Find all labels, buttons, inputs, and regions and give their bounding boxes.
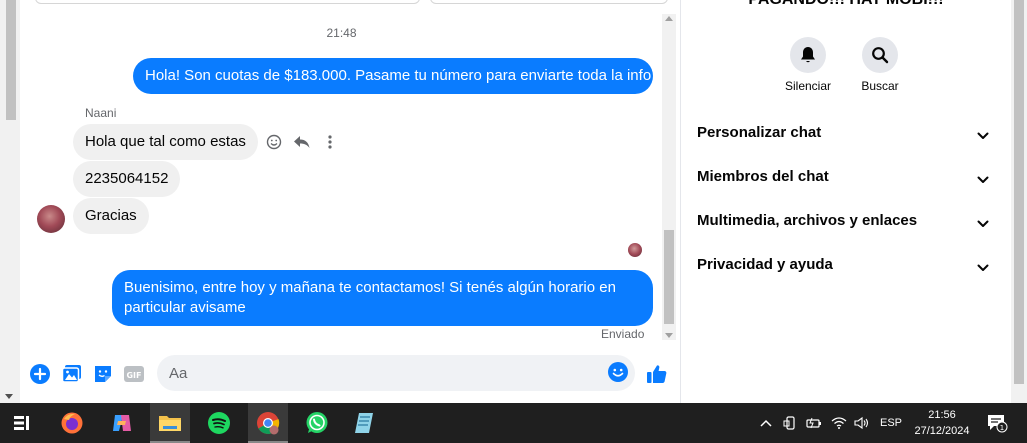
file-explorer-icon[interactable] (150, 403, 190, 443)
add-plus-icon[interactable] (29, 363, 51, 385)
react-emoji-icon[interactable] (265, 133, 283, 151)
clock-date: 27/12/2024 (914, 425, 970, 437)
message-status: Enviado (601, 327, 645, 341)
screen: 21:48 Hola! Son cuotas de $183.000. Pasa… (0, 0, 1027, 443)
sticker-icon[interactable] (92, 363, 114, 385)
section-media-files-links[interactable]: Multimedia, archivos y enlaces (697, 210, 995, 232)
message-actions (265, 130, 339, 154)
section-privacy-support[interactable]: Privacidad y ayuda (697, 254, 995, 276)
notification-count: 1 (1000, 424, 1004, 432)
chevron-down-icon (977, 172, 989, 190)
chat-scrollbar[interactable] (662, 14, 676, 340)
section-chat-members[interactable]: Miembros del chat (697, 166, 995, 188)
message-timestamp: 21:48 (326, 26, 357, 40)
sidebar-scrollbar-thumb[interactable] (1014, 0, 1024, 384)
taskbar: ESP 21:56 27/12/2024 1 (0, 403, 1027, 443)
spotify-icon[interactable] (199, 403, 239, 443)
search-icon (862, 37, 898, 73)
section-label: Personalizar chat (697, 124, 822, 141)
chrome-icon[interactable] (248, 403, 288, 443)
message-bubble-incoming[interactable]: 2235064152 (73, 161, 181, 197)
chat-scroll-down-arrow[interactable] (665, 333, 673, 338)
more-options-icon[interactable] (321, 133, 339, 151)
battery-icon[interactable] (803, 403, 825, 443)
message-text: Hola! Son cuotas de $183.000. Pasame tu … (145, 67, 652, 84)
section-label: Multimedia, archivos y enlaces (697, 212, 918, 229)
bell-icon (790, 37, 826, 73)
message-input[interactable]: Aa (157, 355, 635, 391)
section-customize-chat[interactable]: Personalizar chat (697, 122, 995, 144)
message-text: Hola que tal como estas (85, 133, 246, 150)
svg-text:GIF: GIF (126, 371, 141, 380)
message-bubble-outgoing[interactable]: Hola! Son cuotas de $183.000. Pasame tu … (133, 58, 653, 94)
message-composer: GIF Aa (21, 351, 680, 395)
seen-avatar (628, 243, 642, 257)
search-button[interactable]: Buscar (840, 37, 920, 93)
volume-icon[interactable] (851, 403, 873, 443)
sender-name: Naani (85, 106, 117, 120)
attach-image-icon[interactable] (61, 363, 83, 385)
message-text: Gracias (85, 207, 137, 224)
chevron-down-icon (977, 216, 989, 234)
notepad-icon[interactable] (345, 403, 385, 443)
chevron-down-icon (977, 260, 989, 278)
task-view-icon[interactable] (2, 403, 42, 443)
mute-button[interactable]: Silenciar (768, 37, 848, 93)
clock[interactable]: 21:56 27/12/2024 (906, 407, 978, 439)
emoji-picker-icon[interactable] (607, 361, 629, 383)
message-text: 2235064152 (85, 170, 169, 187)
message-input-placeholder: Aa (169, 365, 188, 382)
thumbs-up-icon[interactable] (646, 363, 668, 385)
chat-scrollbar-thumb[interactable] (664, 230, 674, 324)
page-scrollbar-thumb[interactable] (6, 0, 16, 120)
clock-time: 21:56 (928, 409, 956, 421)
mute-label: Silenciar (784, 79, 832, 93)
copilot-icon[interactable] (102, 403, 142, 443)
phone-link-icon[interactable] (780, 403, 800, 443)
whatsapp-icon[interactable] (297, 403, 337, 443)
top-card-left[interactable] (35, 0, 420, 4)
reply-icon[interactable] (293, 133, 311, 151)
message-bubble-incoming[interactable]: Gracias (73, 198, 149, 234)
language-indicator[interactable]: ESP (878, 403, 904, 443)
chat-info-sidebar: PAGANDO!!! HAY MOBI!!! Silenciar Buscar … (681, 0, 1011, 403)
message-bubble-incoming[interactable]: Hola que tal como estas (73, 124, 258, 160)
section-label: Miembros del chat (697, 168, 829, 185)
top-card-right[interactable] (430, 0, 668, 4)
wifi-icon[interactable] (828, 403, 850, 443)
sender-avatar[interactable] (37, 205, 65, 233)
message-text: Buenisimo, entre hoy y mañana te contact… (124, 279, 616, 316)
chevron-down-icon (977, 128, 989, 146)
search-label: Buscar (861, 79, 899, 93)
page-scroll-down-arrow[interactable] (5, 394, 13, 399)
section-label: Privacidad y ayuda (697, 256, 833, 273)
notifications-icon[interactable]: 1 (984, 403, 1010, 443)
show-hidden-icons-chevron-up-icon[interactable] (756, 403, 776, 443)
chat-title: PAGANDO!!! HAY MOBI!!! (681, 0, 1011, 9)
chat-scroll-up-arrow[interactable] (665, 16, 673, 21)
sidebar-scrollbar[interactable] (1011, 0, 1027, 403)
page-scrollbar[interactable] (0, 0, 20, 403)
firefox-icon[interactable] (52, 403, 92, 443)
gif-icon[interactable]: GIF (123, 363, 145, 385)
chat-panel: 21:48 Hola! Son cuotas de $183.000. Pasa… (21, 0, 680, 403)
top-cards (21, 0, 680, 4)
message-bubble-outgoing[interactable]: Buenisimo, entre hoy y mañana te contact… (112, 270, 653, 326)
